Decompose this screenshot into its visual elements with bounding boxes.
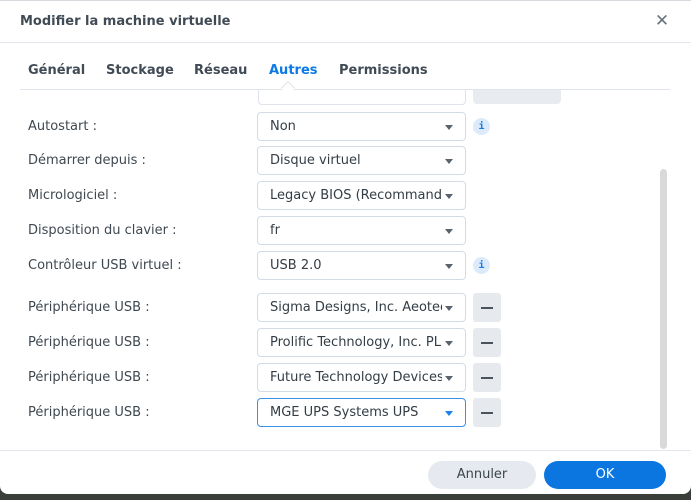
chevron-down-icon bbox=[445, 341, 453, 346]
chevron-down-icon bbox=[445, 376, 453, 381]
tab-others[interactable]: Autres bbox=[269, 63, 318, 78]
usb-device-value: Future Technology Devices bbox=[270, 370, 442, 385]
tab-bar: Général Stockage Réseau Autres Permissio… bbox=[20, 43, 670, 96]
usb-device-select[interactable]: Sigma Designs, Inc. Aeotec Z-Stick bbox=[257, 293, 466, 322]
usb-device-select[interactable]: Future Technology Devices bbox=[257, 363, 466, 392]
edit-vm-dialog: Modifier la machine virtuelle ✕ Général … bbox=[0, 0, 691, 494]
usb-controller-select[interactable]: USB 2.0 bbox=[257, 251, 466, 280]
info-icon[interactable]: i bbox=[473, 118, 490, 135]
row-autostart: Autostart : Non i bbox=[0, 112, 691, 142]
row-keyboard: Disposition du clavier : fr bbox=[0, 216, 691, 246]
chevron-down-icon bbox=[445, 264, 453, 269]
chevron-down-icon bbox=[445, 194, 453, 199]
remove-usb-device-button[interactable] bbox=[473, 363, 501, 392]
remove-usb-device-button[interactable] bbox=[473, 293, 501, 322]
row-usb-device: Périphérique USB : Prolific Technology, … bbox=[0, 328, 691, 358]
chevron-down-icon bbox=[445, 411, 453, 416]
firmware-select[interactable]: Legacy BIOS (Recommandé) bbox=[257, 181, 466, 210]
partial-button-above[interactable] bbox=[473, 90, 561, 104]
usb-device-label: Périphérique USB : bbox=[28, 300, 150, 315]
dialog-footer: Annuler OK bbox=[0, 450, 691, 494]
boot-from-select[interactable]: Disque virtuel bbox=[257, 146, 466, 175]
row-firmware: Micrologiciel : Legacy BIOS (Recommandé) bbox=[0, 181, 691, 211]
tab-general[interactable]: Général bbox=[28, 63, 85, 78]
chevron-down-icon bbox=[445, 159, 453, 164]
row-usb-device: Périphérique USB : Future Technology Dev… bbox=[0, 363, 691, 393]
keyboard-select[interactable]: fr bbox=[257, 216, 466, 245]
keyboard-value: fr bbox=[270, 223, 280, 238]
autostart-select[interactable]: Non bbox=[257, 112, 466, 141]
row-usb-controller: Contrôleur USB virtuel : USB 2.0 i bbox=[0, 251, 691, 281]
usb-controller-label: Contrôleur USB virtuel : bbox=[28, 258, 182, 273]
usb-device-label: Périphérique USB : bbox=[28, 405, 150, 420]
form-content: Autostart : Non i Démarrer depuis : Disq… bbox=[0, 90, 691, 450]
partial-select-above[interactable] bbox=[258, 90, 466, 105]
usb-device-value: Prolific Technology, Inc. PL2303 bbox=[270, 335, 442, 350]
remove-usb-device-button[interactable] bbox=[473, 328, 501, 357]
tab-network[interactable]: Réseau bbox=[194, 63, 247, 78]
usb-device-value: MGE UPS Systems UPS bbox=[270, 405, 419, 420]
tab-storage[interactable]: Stockage bbox=[106, 63, 174, 78]
keyboard-label: Disposition du clavier : bbox=[28, 223, 177, 238]
autostart-label: Autostart : bbox=[28, 119, 97, 134]
tab-permissions[interactable]: Permissions bbox=[339, 63, 428, 78]
usb-device-select[interactable]: MGE UPS Systems UPS bbox=[257, 398, 466, 427]
firmware-value: Legacy BIOS (Recommandé) bbox=[270, 188, 442, 203]
usb-device-label: Périphérique USB : bbox=[28, 335, 150, 350]
row-usb-device: Périphérique USB : Sigma Designs, Inc. A… bbox=[0, 293, 691, 323]
firmware-label: Micrologiciel : bbox=[28, 188, 118, 203]
ok-button[interactable]: OK bbox=[544, 461, 666, 489]
dialog-title: Modifier la machine virtuelle bbox=[20, 14, 231, 29]
cancel-button[interactable]: Annuler bbox=[428, 461, 536, 489]
usb-device-value: Sigma Designs, Inc. Aeotec Z-Stick bbox=[270, 300, 442, 315]
dialog-header: Modifier la machine virtuelle ✕ bbox=[0, 1, 691, 43]
usb-controller-value: USB 2.0 bbox=[270, 258, 322, 273]
boot-from-label: Démarrer depuis : bbox=[28, 153, 146, 168]
close-icon[interactable]: ✕ bbox=[652, 11, 672, 31]
vertical-scrollbar[interactable] bbox=[660, 169, 667, 449]
boot-from-value: Disque virtuel bbox=[270, 153, 361, 168]
row-boot-from: Démarrer depuis : Disque virtuel bbox=[0, 146, 691, 176]
autostart-value: Non bbox=[270, 119, 296, 134]
usb-device-select[interactable]: Prolific Technology, Inc. PL2303 bbox=[257, 328, 466, 357]
row-usb-device: Périphérique USB : MGE UPS Systems UPS bbox=[0, 398, 691, 428]
chevron-down-icon bbox=[445, 125, 453, 130]
remove-usb-device-button[interactable] bbox=[473, 398, 501, 427]
chevron-down-icon bbox=[445, 306, 453, 311]
chevron-down-icon bbox=[445, 229, 453, 234]
info-icon[interactable]: i bbox=[473, 257, 490, 274]
usb-device-label: Périphérique USB : bbox=[28, 370, 150, 385]
